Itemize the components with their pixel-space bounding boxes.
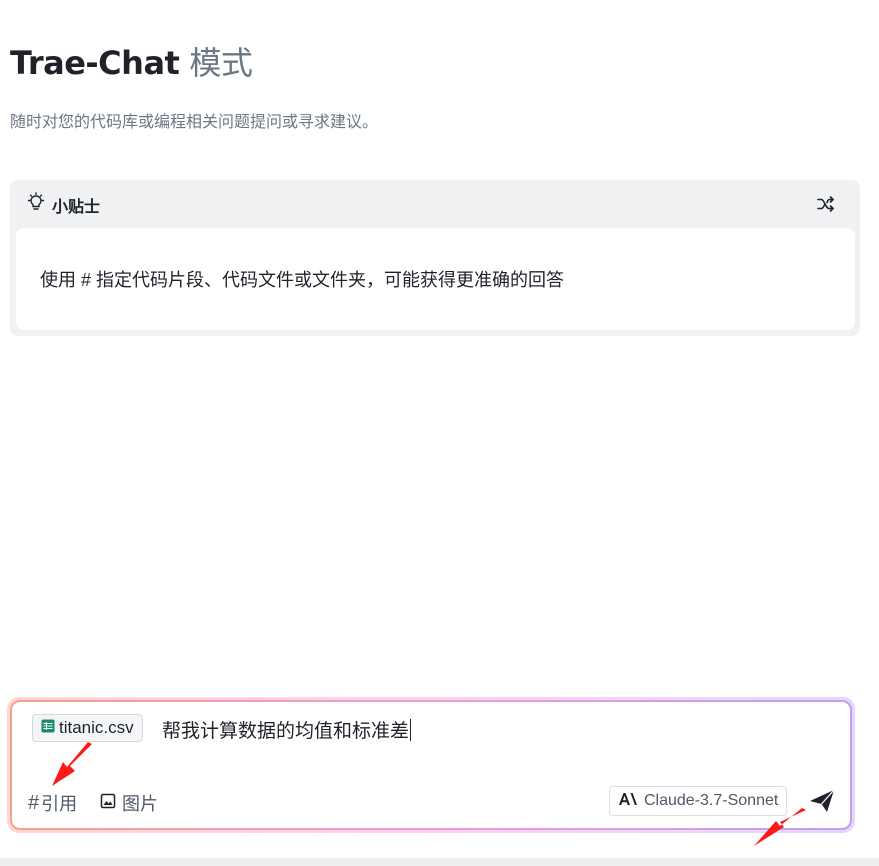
shuffle-icon[interactable]	[816, 194, 836, 214]
anthropic-logo-icon	[618, 792, 638, 811]
chat-composer[interactable]: titanic.csv 帮我计算数据的均值和标准差 # 引用 图片 Claude…	[10, 700, 852, 830]
page-title-mode: 模式	[189, 44, 253, 82]
image-label: 图片	[122, 794, 158, 814]
text-caret	[410, 719, 412, 741]
message-input-text: 帮我计算数据的均值和标准差	[162, 721, 410, 742]
bottom-divider	[0, 858, 879, 866]
tip-text: 使用 # 指定代码片段、代码文件或文件夹，可能获得更准确的回答	[40, 270, 565, 290]
tip-title: 小贴士	[52, 198, 101, 216]
spreadsheet-icon	[41, 718, 55, 738]
page-title: Trae-Chat 模式	[10, 38, 253, 84]
tip-card: 小贴士 使用 # 指定代码片段、代码文件或文件夹，可能获得更准确的回答	[10, 180, 860, 336]
tip-header: 小贴士	[26, 192, 100, 217]
page-title-name: Trae-Chat	[10, 44, 180, 82]
message-input[interactable]: 帮我计算数据的均值和标准差	[162, 716, 412, 743]
attachment-chip[interactable]: titanic.csv	[32, 714, 143, 742]
page-subtitle: 随时对您的代码库或编程相关问题提问或寻求建议。	[10, 114, 379, 131]
image-button[interactable]: 图片	[100, 790, 158, 816]
lightbulb-icon	[26, 192, 46, 217]
model-selector[interactable]: Claude-3.7-Sonnet	[609, 786, 788, 816]
image-icon	[100, 793, 116, 814]
tip-body: 使用 # 指定代码片段、代码文件或文件夹，可能获得更准确的回答	[16, 228, 855, 330]
hash-icon: #	[28, 791, 40, 814]
send-icon[interactable]	[807, 787, 837, 815]
model-name: Claude-3.7-Sonnet	[644, 792, 779, 809]
reference-button[interactable]: # 引用	[28, 790, 77, 816]
reference-label: 引用	[41, 794, 78, 814]
attachment-name: titanic.csv	[59, 718, 134, 737]
